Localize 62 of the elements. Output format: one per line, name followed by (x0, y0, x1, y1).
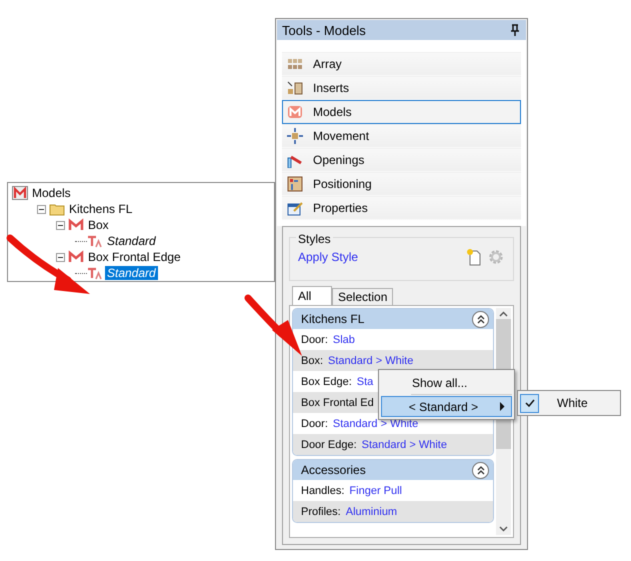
style-value-link[interactable]: Finger Pull (349, 484, 402, 496)
new-document-icon[interactable] (465, 248, 483, 266)
style-icon (87, 266, 103, 280)
collapse-toggle[interactable] (37, 204, 46, 214)
array-icon (287, 56, 303, 72)
tab[interactable]: All (292, 286, 332, 305)
collapse-button[interactable] (472, 310, 489, 328)
properties-icon (287, 200, 303, 216)
movement-icon (287, 128, 303, 144)
submenu-arrow-icon (499, 402, 505, 411)
tool-item[interactable]: Models (282, 100, 521, 124)
group-title: Kitchens FL (301, 312, 364, 326)
model-icon (68, 218, 84, 232)
tree-item[interactable]: Box (86, 218, 111, 232)
tool-item[interactable]: Openings (282, 148, 521, 172)
style-value-link[interactable]: Standard > White (328, 354, 414, 366)
panel-title: Tools - Models (282, 22, 366, 38)
property-label: Box: (301, 354, 324, 366)
folder-icon (49, 202, 65, 216)
style-value-link[interactable]: Aluminium (346, 506, 398, 518)
positioning-icon (287, 176, 303, 192)
property-label: Profiles: (301, 506, 341, 518)
style-value-link[interactable]: Slab (332, 334, 355, 346)
collapse-button[interactable] (472, 462, 489, 478)
menu-item[interactable]: Show all... (381, 372, 512, 393)
property-label: Door: (301, 334, 328, 346)
tool-item[interactable]: Positioning (282, 172, 521, 196)
double-chevron-icon (476, 314, 486, 324)
tree-item[interactable]: Kitchens FL (67, 202, 134, 216)
property-label: Door: (301, 418, 328, 430)
menu-item[interactable]: White (520, 393, 618, 413)
tool-item[interactable]: Inserts (282, 76, 521, 100)
collapse-toggle[interactable] (56, 252, 65, 262)
tool-item[interactable]: Array (282, 52, 521, 76)
tab[interactable]: Selection (332, 288, 394, 305)
model-icon (68, 250, 84, 264)
inserts-icon (287, 80, 303, 96)
model-icon (12, 186, 28, 200)
tree-item[interactable]: Box Frontal Edge (86, 250, 183, 264)
style-icon (87, 234, 103, 248)
scroll-up-icon[interactable] (499, 311, 508, 317)
tree-item[interactable]: Standard (105, 234, 158, 248)
tool-item[interactable]: Movement (282, 124, 521, 148)
models-icon (287, 104, 303, 120)
style-value-link[interactable]: Sta (356, 376, 374, 388)
style-value-link[interactable]: Standard > White (362, 438, 447, 450)
property-label: Box Edge: (301, 376, 352, 388)
tree-item[interactable]: Standard (105, 266, 158, 280)
tool-item[interactable]: Properties (282, 196, 521, 220)
collapse-toggle[interactable] (56, 220, 65, 230)
menu-item[interactable]: < Standard > (381, 396, 512, 417)
property-label: Box Frontal Ed (301, 396, 374, 408)
group-legend: Styles (296, 233, 333, 245)
style-value-link[interactable]: Standard > White (332, 418, 418, 430)
scroll-down-icon[interactable] (499, 526, 508, 532)
apply-style-link[interactable]: Apply Style (298, 250, 358, 264)
tree-item[interactable]: Models (30, 186, 73, 200)
pin-icon[interactable] (510, 24, 520, 36)
property-label: Door Edge: (301, 438, 357, 450)
group-title: Accessories (301, 463, 366, 477)
property-label: Handles: (301, 484, 344, 496)
double-chevron-icon (476, 465, 486, 475)
